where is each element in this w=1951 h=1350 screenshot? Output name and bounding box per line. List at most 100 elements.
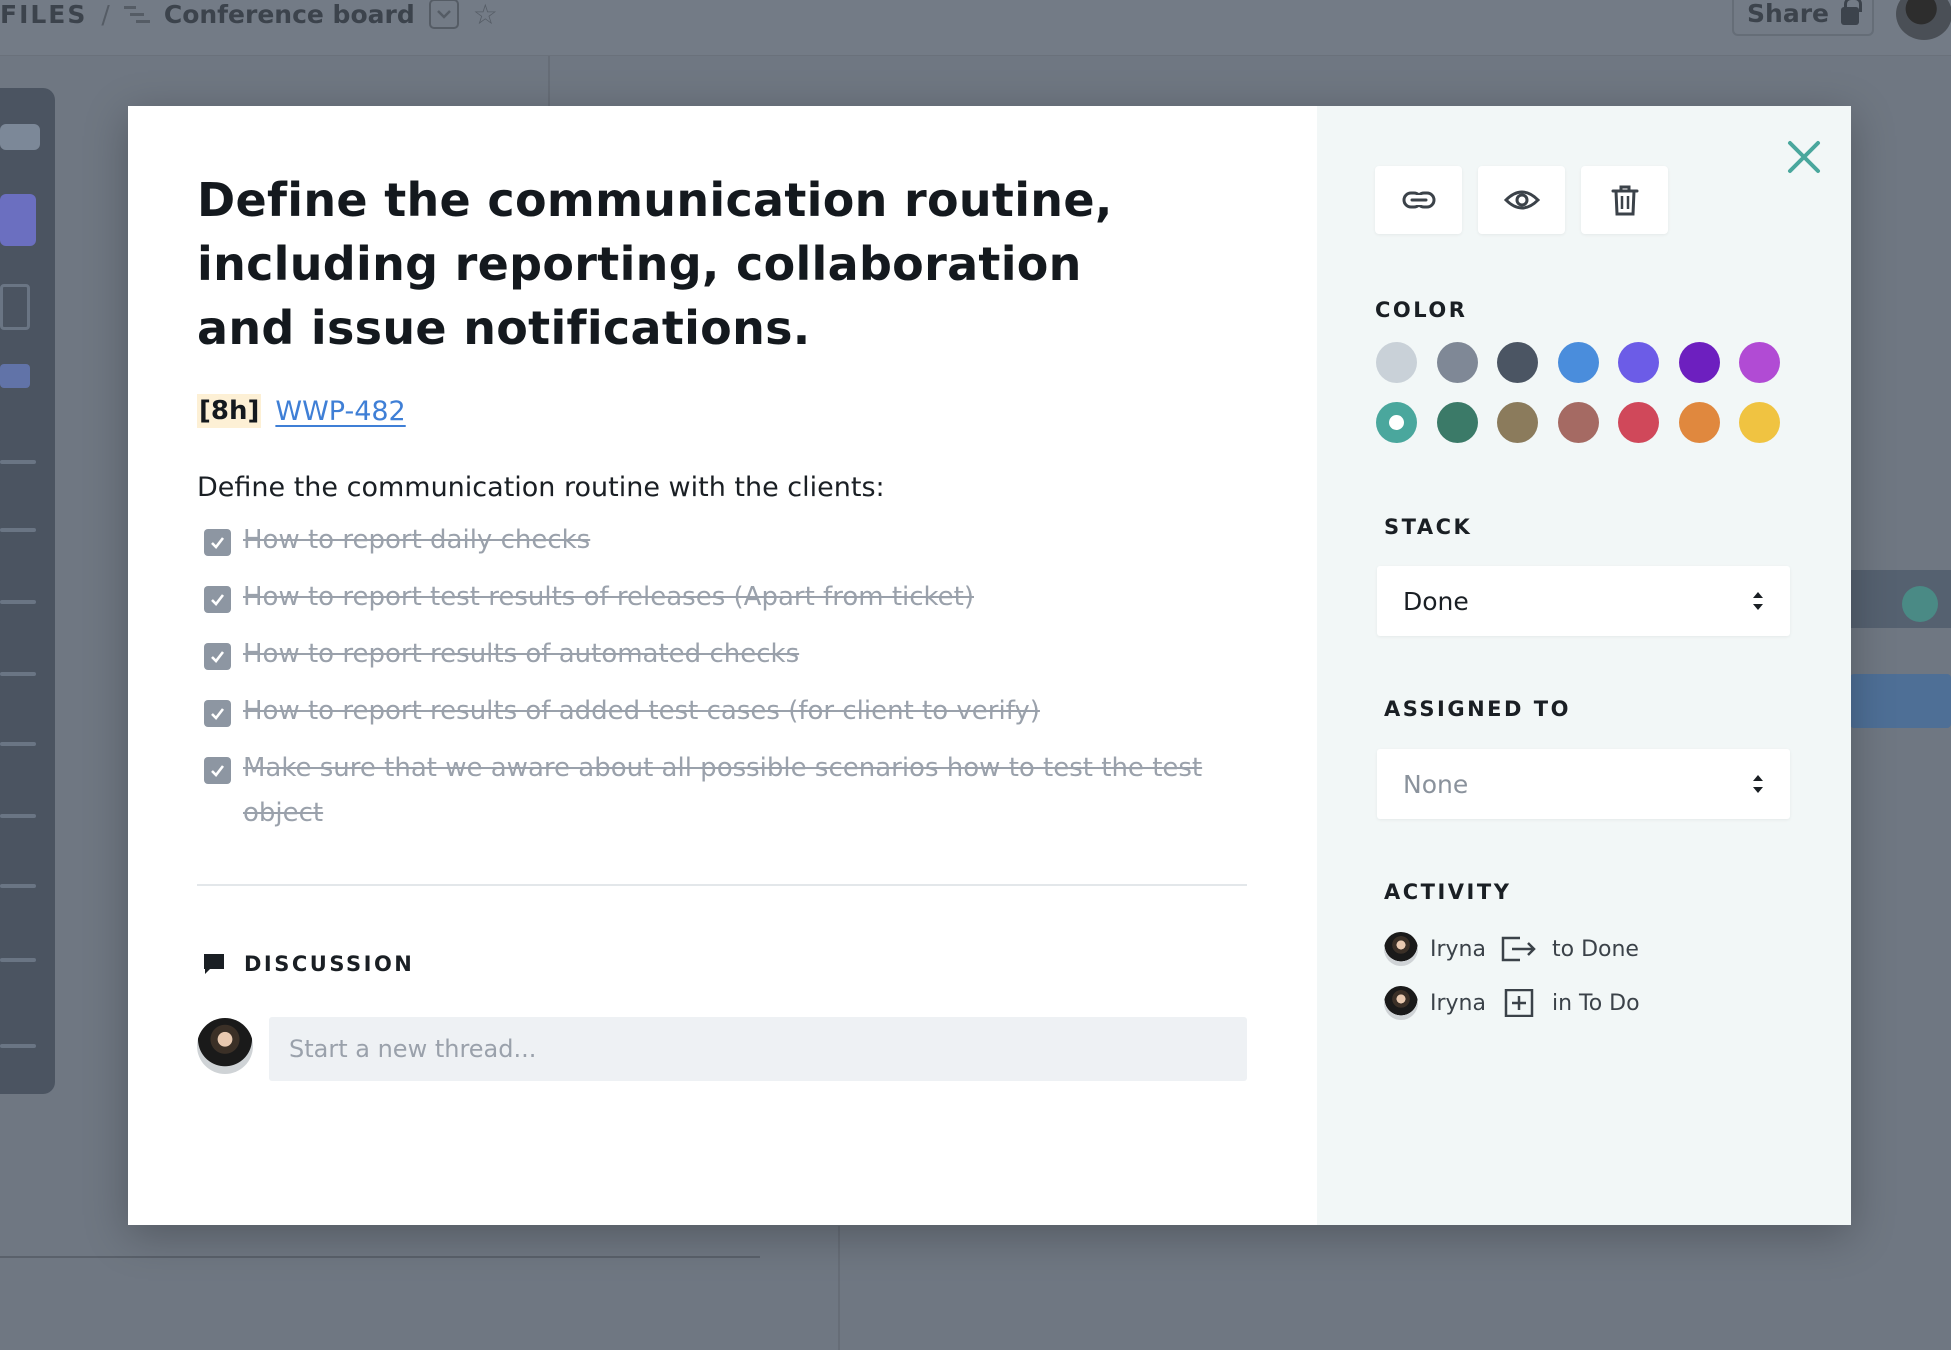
link-tool-icon[interactable] — [0, 672, 36, 676]
assigned-section-label: ASSIGNED TO — [1384, 697, 1571, 721]
color-swatch[interactable] — [1739, 402, 1780, 443]
background-line — [838, 1226, 840, 1350]
color-swatch[interactable] — [1376, 342, 1417, 383]
check-icon — [211, 651, 225, 663]
comment-icon — [204, 954, 224, 974]
share-label: Share — [1747, 0, 1829, 28]
activity-item: Iryna in To Do — [1384, 986, 1640, 1020]
card-detail-sidebar — [1317, 106, 1851, 1225]
avatar — [197, 1018, 253, 1074]
sticky-note-tool-icon[interactable] — [0, 124, 40, 150]
eye-icon — [1503, 190, 1540, 210]
background-line — [0, 1256, 760, 1258]
delete-button[interactable] — [1581, 166, 1668, 234]
card-detail-modal: Define the communication routine, includ… — [128, 106, 1851, 1225]
check-icon — [211, 594, 225, 606]
color-swatch[interactable] — [1557, 402, 1599, 443]
activity-item: Iryna to Done — [1384, 932, 1639, 966]
copy-link-button[interactable] — [1375, 166, 1462, 234]
add-tool-icon[interactable] — [0, 1044, 36, 1048]
stack-section-label: STACK — [1384, 515, 1473, 539]
checklist-item-text: How to report results of automated check… — [243, 639, 800, 669]
assignee-select-value: None — [1403, 769, 1469, 799]
activity-text: to Done — [1551, 936, 1639, 962]
board-icon — [123, 6, 150, 23]
color-section-label: COLOR — [1375, 298, 1468, 322]
watch-button[interactable] — [1478, 166, 1565, 234]
check-icon — [211, 537, 225, 549]
checkbox-checked[interactable] — [204, 643, 231, 670]
star-icon[interactable]: ☆ — [473, 0, 498, 31]
color-swatch[interactable] — [1739, 342, 1780, 383]
color-swatch[interactable] — [1678, 342, 1720, 383]
stack-select[interactable]: Done — [1377, 566, 1790, 636]
checkbox-checked[interactable] — [204, 757, 231, 784]
background-card — [1850, 674, 1951, 728]
link-icon — [1402, 191, 1435, 209]
checklist: How to report daily checks How to report… — [204, 524, 1224, 854]
card-title[interactable]: Define the communication routine, includ… — [197, 168, 1177, 360]
app-topbar: FILES / Conference board ☆ Share — [0, 0, 1951, 56]
select-arrows-icon — [1753, 592, 1763, 610]
color-swatch[interactable] — [1436, 342, 1478, 383]
color-swatch[interactable] — [1618, 342, 1659, 383]
new-thread-input[interactable] — [269, 1017, 1247, 1081]
checklist-item: How to report test results of releases (… — [204, 581, 1224, 620]
color-swatch[interactable] — [1678, 402, 1720, 443]
stack-select-value: Done — [1403, 586, 1469, 616]
add-box-icon — [1504, 989, 1534, 1017]
checklist-item: How to report results of automated check… — [204, 638, 1224, 677]
lock-icon — [1840, 0, 1862, 25]
checklist-item-text: Make sure that we aware about all possib… — [243, 753, 1203, 828]
estimate-badge: [8h] — [197, 394, 262, 428]
card-description: Define the communication routine with th… — [197, 472, 885, 503]
checklist-item-text: How to report test results of releases (… — [243, 582, 974, 612]
discussion-label: DISCUSSION — [244, 952, 415, 976]
select-arrows-icon — [1753, 775, 1763, 793]
check-icon — [211, 708, 225, 720]
close-icon[interactable] — [1787, 140, 1821, 174]
checklist-item: How to report results of added test case… — [204, 695, 1224, 734]
chevron-down-icon — [436, 10, 451, 19]
activity-user: Iryna — [1430, 936, 1486, 962]
board-title[interactable]: Conference board — [164, 0, 415, 29]
grid-tool-icon[interactable] — [0, 600, 36, 604]
assignee-select[interactable]: None — [1377, 749, 1790, 819]
background-dot — [1902, 586, 1938, 622]
card-tool-icon[interactable] — [0, 194, 36, 246]
discussion-header: DISCUSSION — [202, 952, 414, 976]
pen-tool-icon[interactable] — [0, 742, 36, 746]
color-swatch[interactable] — [1497, 342, 1538, 383]
connector-tool-icon[interactable] — [0, 460, 36, 464]
layout-tool-icon[interactable] — [0, 958, 36, 962]
avatar — [1384, 986, 1418, 1020]
checkbox-checked[interactable] — [204, 529, 231, 556]
check-icon — [211, 765, 225, 777]
breadcrumb-root[interactable]: FILES — [0, 0, 87, 29]
folder-tool-icon[interactable] — [0, 814, 36, 818]
mindmap-tool-icon[interactable] — [0, 364, 30, 388]
share-button[interactable]: Share — [1732, 0, 1874, 36]
trash-icon — [1611, 185, 1638, 216]
color-swatch[interactable] — [1376, 402, 1417, 443]
activity-text: in To Do — [1551, 990, 1640, 1016]
magic-tool-icon[interactable] — [0, 884, 36, 888]
color-swatch[interactable] — [1618, 402, 1659, 443]
color-swatch[interactable] — [1436, 402, 1478, 443]
user-avatar[interactable] — [1896, 0, 1951, 40]
checklist-item: How to report daily checks — [204, 524, 1224, 563]
background-divider — [548, 56, 550, 106]
section-divider — [197, 884, 1247, 886]
color-swatch[interactable] — [1497, 402, 1538, 443]
checkbox-checked[interactable] — [204, 700, 231, 727]
device-tool-icon[interactable] — [0, 284, 30, 330]
checkbox-checked[interactable] — [204, 586, 231, 613]
activity-user: Iryna — [1430, 990, 1486, 1016]
tool-rail — [0, 88, 55, 1094]
ticket-link[interactable]: WWP-482 — [275, 396, 405, 427]
board-menu-dropdown[interactable] — [428, 0, 459, 29]
text-tool-icon[interactable] — [0, 528, 36, 532]
card-meta: [8h] WWP-482 — [197, 394, 406, 428]
card-detail-main: Define the communication routine, includ… — [128, 106, 1317, 1225]
color-swatch[interactable] — [1557, 342, 1599, 383]
